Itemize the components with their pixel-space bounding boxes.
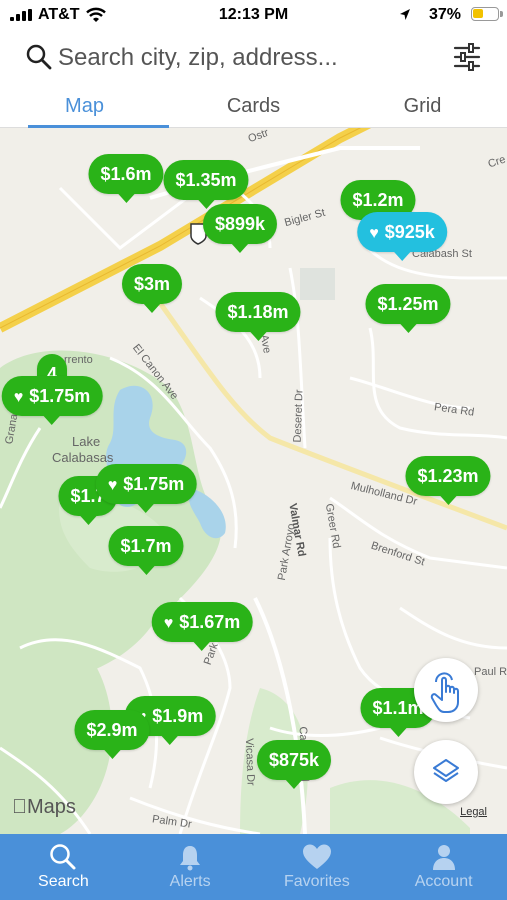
tab-map[interactable]: Map [0,88,169,128]
street-label: Vicasa Dr [242,738,257,786]
price-pin[interactable]: $899k [202,204,278,253]
nav-label: Account [414,873,473,890]
price-pin[interactable]: $1.7m [108,526,184,575]
search-icon [26,44,52,70]
draw-area-button[interactable] [414,658,478,722]
price-pin-selected[interactable]: ♥ $925k [357,212,447,261]
price-pin[interactable]: $1.6m [88,154,164,203]
tab-cards[interactable]: Cards [169,88,338,127]
price-pin[interactable]: $1.25m [365,284,451,333]
nav-label: Alerts [169,873,211,890]
price-pin[interactable]: $3m [121,264,183,313]
lake-label: Calabasas [52,450,114,465]
battery-icon [471,7,503,21]
nav-search[interactable]: Search [0,834,127,900]
search-icon [50,844,76,870]
search-bar [0,32,507,84]
nav-label: Favorites [283,873,350,890]
map-layers-button[interactable] [414,740,478,804]
price-pin[interactable]: ♥ $1.67m [151,602,253,651]
nav-favorites[interactable]: Favorites [254,834,381,900]
heart-icon: ♥ [107,477,118,494]
view-tabs: Map Cards Grid [0,88,507,128]
price-pin[interactable]: ♥ $1.75m [1,376,103,425]
lake-label: Lake [72,434,101,449]
maps-logo: Maps [12,796,76,818]
heart-icon: ♥ [369,225,379,242]
price-pin[interactable]: $2.9m [74,710,150,759]
street-label: Paul R [474,666,507,678]
street-label: Deseret Dr [291,389,306,443]
price-pin[interactable]: $1.18m [215,292,301,341]
price-pin[interactable]: ♥ $1.75m [95,464,197,513]
price-pin[interactable]: $875k [256,740,332,789]
layers-icon [433,759,459,782]
legal-link[interactable]: Legal [460,806,487,818]
filter-icon[interactable] [453,42,481,72]
person-icon [432,845,455,870]
price-pin[interactable]: $1.35m [163,160,249,209]
heart-icon [302,844,331,869]
heart-icon: ♥ [13,389,24,406]
location-arrow-icon [400,9,410,20]
status-bar: AT&T 12:13 PM 37% [0,0,507,30]
search-input[interactable] [58,40,438,76]
battery-percent: 37% [428,6,461,23]
nav-account[interactable]: Account [380,834,507,900]
heart-icon: ♥ [163,615,174,632]
hand-draw-icon [430,672,459,713]
street-label: rrento [64,354,93,366]
nav-label: Search [38,873,89,890]
map-view[interactable]: Ostr Cre Bigler St Calabash St Pera Rd E… [0,128,507,834]
bell-icon [180,846,201,871]
price-pin[interactable]: $1.23m [405,456,491,505]
bottom-nav: Search Alerts Favorites Account [0,834,507,900]
tab-grid[interactable]: Grid [338,88,507,127]
apple-icon:  [12,796,27,818]
nav-alerts[interactable]: Alerts [127,834,254,900]
